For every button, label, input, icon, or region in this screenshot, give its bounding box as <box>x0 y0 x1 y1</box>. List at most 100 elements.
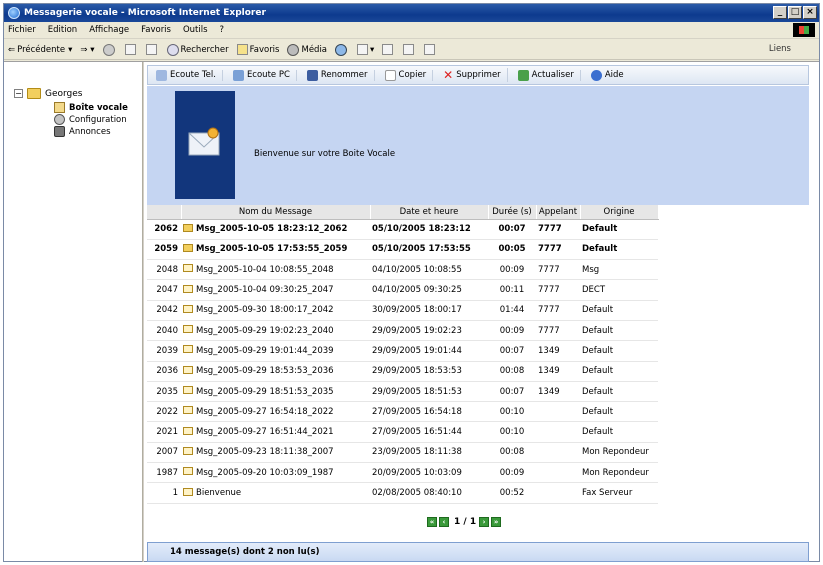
next-page-icon[interactable]: › <box>479 517 490 527</box>
table-row[interactable]: 2062 Msg_2005-10-05 18:23:12_2062 05/10/20… <box>147 219 658 240</box>
table-row[interactable]: 2042 Msg_2005-09-30 18:00:17_2042 30/09/20… <box>147 300 658 321</box>
message-name-cell[interactable]: Msg_2005-09-29 18:51:53_2035 <box>181 381 370 403</box>
prev-page-icon[interactable]: ‹ <box>439 517 449 527</box>
refresh-list-button[interactable]: Actualiser <box>517 69 581 81</box>
table-row[interactable]: 2021 Msg_2005-09-27 16:51:44_2021 27/09/20… <box>147 421 658 443</box>
rename-button[interactable]: Renommer <box>306 69 375 81</box>
minimize-button[interactable]: _ <box>773 6 787 19</box>
message-name[interactable]: Msg_2005-09-20 10:03:09_1987 <box>196 468 334 478</box>
mail-button[interactable]: ▾ <box>357 44 374 55</box>
message-name-cell[interactable]: Msg_2005-09-27 16:54:18_2022 <box>181 401 370 423</box>
page-content: − Georges Boîte vocale Configuration Ann… <box>4 61 819 562</box>
column-header-duration[interactable]: Durée (s) <box>488 205 537 220</box>
message-id: 2062 <box>147 219 181 240</box>
message-name[interactable]: Msg_2005-10-04 10:08:55_2048 <box>196 265 334 275</box>
tree-item-configuration[interactable]: Configuration <box>54 114 127 125</box>
message-name-cell[interactable]: Msg_2005-09-29 19:02:23_2040 <box>181 320 370 342</box>
edit-button[interactable] <box>403 44 416 55</box>
message-icon <box>183 446 193 455</box>
help-button[interactable]: Aide <box>590 69 630 81</box>
column-header-origin[interactable]: Origine <box>580 205 659 220</box>
tree-item-annonces[interactable]: Annonces <box>54 126 111 137</box>
forward-button[interactable]: ⇒ ▾ <box>80 45 94 55</box>
search-button[interactable]: Rechercher <box>166 43 229 56</box>
media-button[interactable]: Média <box>287 43 327 56</box>
table-row[interactable]: 2039 Msg_2005-09-29 19:01:44_2039 29/09/20… <box>147 340 658 362</box>
tree-item-boite-vocale[interactable]: Boîte vocale <box>54 102 128 113</box>
pane-splitter[interactable] <box>142 62 144 562</box>
copy-button[interactable]: Copier <box>384 69 434 81</box>
message-name-cell[interactable]: Msg_2005-09-29 18:53:53_2036 <box>181 361 370 382</box>
menu-fichier[interactable]: Fichier <box>8 25 36 35</box>
favorites-button[interactable]: Favoris <box>236 44 279 55</box>
message-name[interactable]: Msg_2005-09-29 19:01:44_2039 <box>196 346 334 356</box>
table-row[interactable]: 1987 Msg_2005-09-20 10:03:09_1987 20/09/20… <box>147 462 658 484</box>
welcome-text: Bienvenue sur votre Boite Vocale <box>254 149 396 159</box>
table-row[interactable]: 1 Bienvenue 02/08/2005 08:40:10 00:52 Fax Se… <box>147 482 658 504</box>
column-header-name[interactable]: Nom du Message <box>181 205 371 220</box>
message-name-cell[interactable]: Msg_2005-09-20 10:03:09_1987 <box>181 462 370 484</box>
history-button[interactable] <box>335 43 349 56</box>
menu-edition[interactable]: Edition <box>48 25 77 35</box>
close-button[interactable]: × <box>803 6 817 19</box>
message-name[interactable]: Msg_2005-09-29 18:51:53_2035 <box>196 387 334 397</box>
message-name[interactable]: Msg_2005-10-05 17:53:55_2059 <box>196 244 347 254</box>
table-row[interactable]: 2059 Msg_2005-10-05 17:53:55_2059 05/10/20… <box>147 239 658 261</box>
stop-button[interactable] <box>102 43 117 56</box>
message-name-cell[interactable]: Msg_2005-10-05 17:53:55_2059 <box>181 239 370 261</box>
id-column-header <box>147 205 182 220</box>
last-page-icon[interactable]: » <box>491 517 502 527</box>
message-name-cell[interactable]: Bienvenue <box>181 482 370 504</box>
first-page-icon[interactable]: « <box>427 517 437 527</box>
message-name-cell[interactable]: Msg_2005-09-23 18:11:38_2007 <box>181 442 370 464</box>
message-name[interactable]: Msg_2005-09-30 18:00:17_2042 <box>196 305 334 315</box>
table-row[interactable]: 2048 Msg_2005-10-04 10:08:55_2048 04/10/20… <box>147 259 658 281</box>
message-caller <box>536 482 580 504</box>
discuss-button[interactable] <box>424 44 437 55</box>
collapse-icon[interactable]: − <box>14 89 23 98</box>
message-name-cell[interactable]: Msg_2005-10-05 18:23:12_2062 <box>181 219 370 240</box>
message-name-cell[interactable]: Msg_2005-09-30 18:00:17_2042 <box>181 300 370 321</box>
column-header-caller[interactable]: Appelant <box>536 205 581 220</box>
message-id: 2042 <box>147 300 181 321</box>
message-name[interactable]: Msg_2005-10-04 09:30:25_2047 <box>196 285 334 295</box>
refresh-button[interactable] <box>124 44 138 55</box>
message-name[interactable]: Msg_2005-10-05 18:23:12_2062 <box>196 224 347 234</box>
table-row[interactable]: 2022 Msg_2005-09-27 16:54:18_2022 27/09/20… <box>147 401 658 423</box>
back-button[interactable]: ⇐ Précédente ▾ <box>8 45 72 55</box>
message-name-cell[interactable]: Msg_2005-09-27 16:51:44_2021 <box>181 421 370 443</box>
listen-phone-button[interactable]: Ecoute Tel. <box>156 69 223 81</box>
discuss-icon <box>424 44 436 55</box>
message-origin: Default <box>580 219 658 240</box>
message-name[interactable]: Msg_2005-09-27 16:54:18_2022 <box>196 407 334 417</box>
message-origin: Default <box>580 340 658 362</box>
message-name[interactable]: Msg_2005-09-23 18:11:38_2007 <box>196 447 334 457</box>
tree-root[interactable]: − Georges <box>14 88 83 99</box>
table-row[interactable]: 2047 Msg_2005-10-04 09:30:25_2047 04/10/20… <box>147 279 658 301</box>
menu-outils[interactable]: Outils <box>183 25 208 35</box>
message-name[interactable]: Bienvenue <box>196 488 241 498</box>
table-row[interactable]: 2036 Msg_2005-09-29 18:53:53_2036 29/09/20… <box>147 361 658 382</box>
menu-favoris[interactable]: Favoris <box>141 25 171 35</box>
message-name[interactable]: Msg_2005-09-27 16:51:44_2021 <box>196 427 334 437</box>
column-header-date[interactable]: Date et heure <box>370 205 489 220</box>
message-name[interactable]: Msg_2005-09-29 19:02:23_2040 <box>196 326 334 336</box>
print-button[interactable] <box>382 44 395 55</box>
message-name-cell[interactable]: Msg_2005-10-04 09:30:25_2047 <box>181 279 370 301</box>
message-icon <box>183 365 193 374</box>
message-name-cell[interactable]: Msg_2005-10-04 10:08:55_2048 <box>181 259 370 281</box>
message-id: 2059 <box>147 239 181 261</box>
message-caller: 7777 <box>536 279 580 301</box>
delete-button[interactable]: ✕ Supprimer <box>443 68 508 82</box>
listen-pc-button[interactable]: Ecoute PC <box>232 69 297 81</box>
menu-affichage[interactable]: Affichage <box>89 25 129 35</box>
maximize-button[interactable]: □ <box>788 6 802 19</box>
message-name-cell[interactable]: Msg_2005-09-29 19:01:44_2039 <box>181 340 370 362</box>
home-button[interactable] <box>145 44 159 55</box>
menu-help[interactable]: ? <box>220 25 225 35</box>
links-label[interactable]: Liens <box>769 44 791 54</box>
table-row[interactable]: 2007 Msg_2005-09-23 18:11:38_2007 23/09/20… <box>147 442 658 464</box>
table-row[interactable]: 2040 Msg_2005-09-29 19:02:23_2040 29/09/20… <box>147 320 658 342</box>
table-row[interactable]: 2035 Msg_2005-09-29 18:51:53_2035 29/09/20… <box>147 381 658 403</box>
message-name[interactable]: Msg_2005-09-29 18:53:53_2036 <box>196 366 334 376</box>
